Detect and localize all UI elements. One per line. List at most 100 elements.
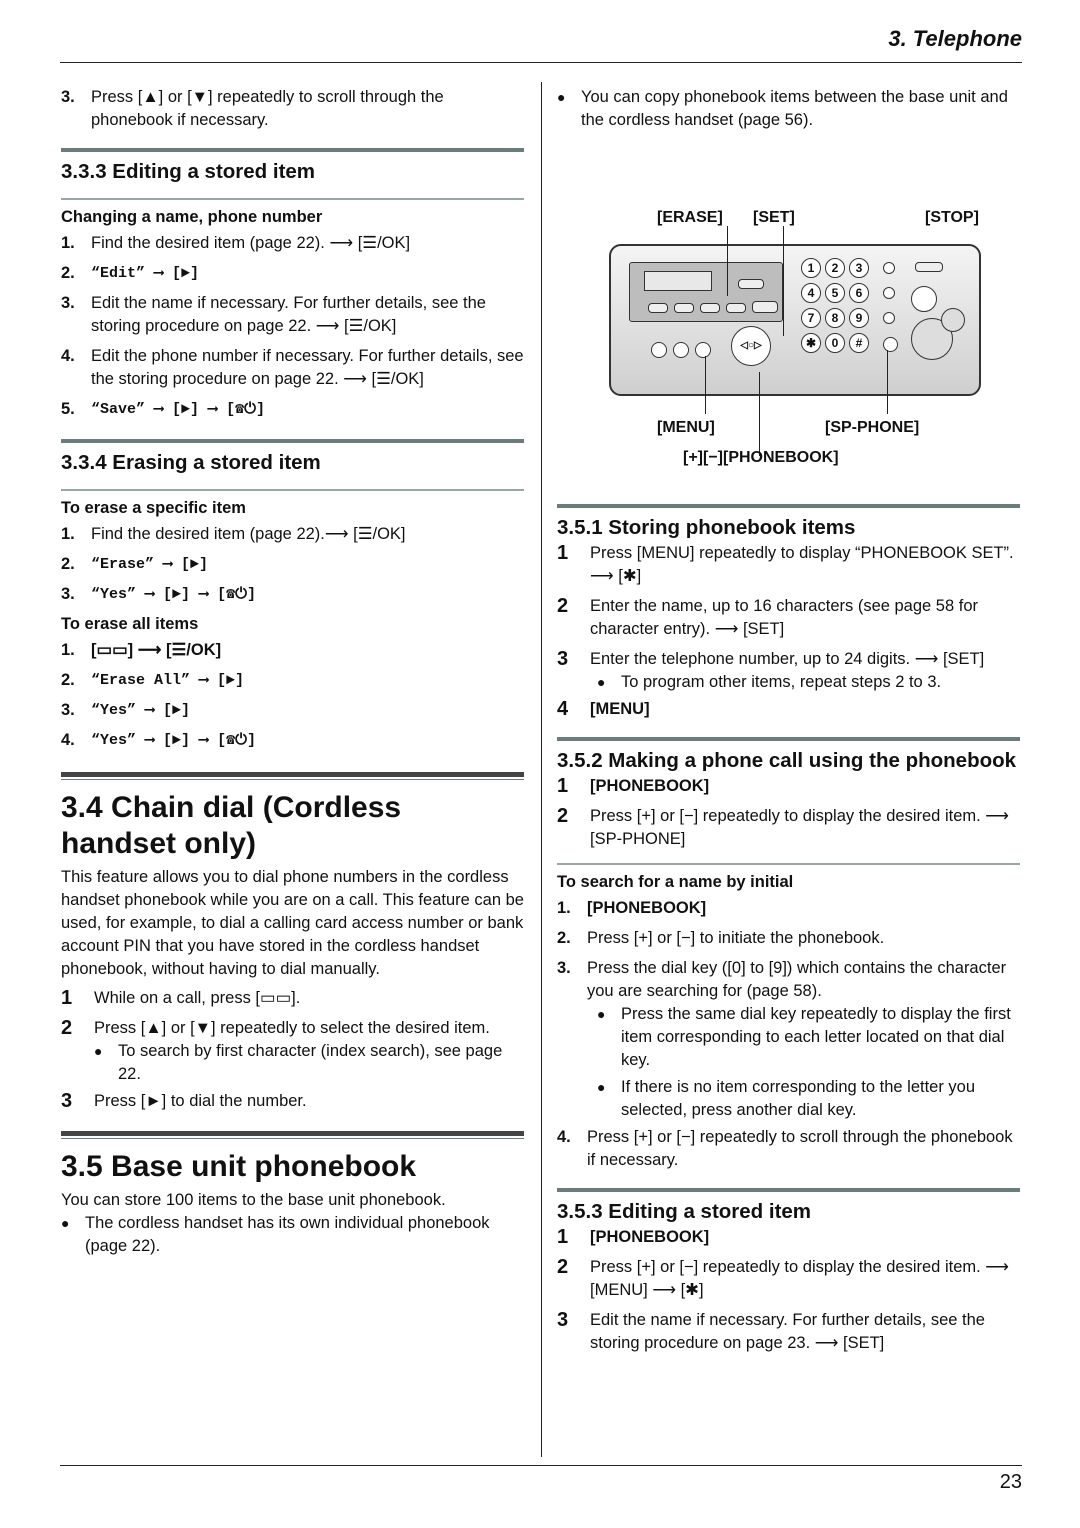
section-heading-3-5-1: 3.5.1 Storing phonebook items — [557, 516, 856, 539]
list-item: 3 Edit the name if necessary. For further… — [557, 1309, 985, 1352]
section-heading-3-5: 3.5 Base unit phonebook — [61, 1150, 417, 1183]
section-rule — [61, 148, 524, 152]
dial-key-hash[interactable]: # — [849, 333, 869, 353]
sp-phone-button[interactable] — [883, 337, 898, 352]
lcd-screen — [644, 271, 712, 291]
list-item: 1. [▭▭] ⟶ [☰/OK] — [61, 641, 222, 659]
body-paragraph: This feature allows you to dial phone nu… — [61, 868, 524, 978]
dial-key-4[interactable]: 4 — [801, 283, 821, 303]
page-number: 23 — [999, 1471, 1022, 1493]
list-item: 2. “Erase All” ⟶ [►] — [61, 671, 245, 689]
leader-line — [887, 350, 888, 414]
label-sp-phone: [SP-PHONE] — [825, 419, 920, 436]
list-item: 3. Press [▲] or [▼] repeatedly to scroll… — [61, 88, 444, 129]
running-header-title: 3. Telephone — [888, 26, 1022, 51]
header-rule — [60, 62, 1022, 63]
round-button[interactable] — [883, 287, 895, 299]
menu-button[interactable] — [695, 342, 711, 358]
panel-button[interactable] — [700, 303, 720, 313]
base-unit-panel: ◁○▷ 1 2 3 4 5 6 7 8 9 ✱ 0 # — [609, 244, 981, 396]
bullet-item: ● Press the same dial key repeatedly to d… — [597, 1003, 1020, 1072]
subsection-rule — [61, 198, 524, 200]
leader-line — [705, 356, 706, 414]
bullet-icon: ● — [597, 1006, 606, 1022]
bullet-icon: ● — [597, 674, 606, 690]
panel-button[interactable] — [648, 303, 668, 313]
list-item: 3. Press the dial key ([0] to [9]) which … — [557, 959, 1007, 1000]
label-phonebook: [+][−][PHONEBOOK] — [683, 449, 839, 466]
list-item: 3. “Yes” ⟶ [►] ⟶ [☎⏻] — [61, 585, 256, 603]
dial-key-9[interactable]: 9 — [849, 308, 869, 328]
label-set: [SET] — [753, 209, 795, 226]
list-item: 3 Press [►] to dial the number. — [61, 1090, 307, 1112]
label-stop: [STOP] — [925, 209, 979, 226]
leader-line — [727, 226, 728, 296]
round-button[interactable] — [673, 342, 689, 358]
panel-button[interactable] — [674, 303, 694, 313]
list-item: 1 [PHONEBOOK] — [557, 1226, 710, 1248]
footer-rule — [60, 1465, 1022, 1466]
list-item: 2. “Edit” ⟶ [►] — [61, 264, 200, 282]
dial-key-3[interactable]: 3 — [849, 258, 869, 278]
list-item: 4. Edit the phone number if necessary. Fo… — [61, 347, 524, 388]
round-button[interactable] — [651, 342, 667, 358]
section-heading-3-3-4: 3.3.4 Erasing a stored item — [61, 451, 321, 474]
stop-button[interactable] — [911, 286, 937, 312]
panel-button[interactable] — [915, 262, 943, 272]
subsection-rule — [557, 863, 1020, 865]
list-item: 1. Find the desired item (page 22).⟶ [☰/O… — [61, 525, 406, 543]
section-rule — [557, 504, 1020, 508]
section-rule — [557, 737, 1020, 741]
erase-button[interactable] — [726, 303, 746, 313]
section-heading-3-4: 3.4 Chain dial (Cordless handset only) — [61, 791, 402, 860]
list-item: 3 Enter the telephone number, up to 24 di… — [557, 648, 985, 670]
bullet-item: ● To program other items, repeat steps 2 … — [597, 671, 1020, 694]
panel-button[interactable] — [752, 301, 778, 313]
base-unit-diagram: [ERASE] [SET] [STOP] ◁○▷ 1 2 3 4 5 6 7 8… — [557, 136, 1020, 466]
bullet-icon: ● — [61, 1215, 70, 1231]
leader-line — [759, 372, 760, 456]
list-item: 2. Press [+] or [−] to initiate the phone… — [557, 929, 885, 947]
subheading: To search for a name by initial — [557, 873, 794, 891]
bullet-icon: ● — [94, 1043, 103, 1059]
dial-key-2[interactable]: 2 — [825, 258, 845, 278]
round-button[interactable] — [883, 262, 895, 274]
list-item: 3. Edit the name if necessary. For furthe… — [61, 294, 486, 335]
panel-button[interactable] — [738, 279, 764, 289]
list-item: 1. Find the desired item (page 22). ⟶ [☰/… — [61, 234, 411, 252]
body-paragraph: You can store 100 items to the base unit… — [61, 1191, 446, 1209]
label-menu: [MENU] — [657, 419, 715, 436]
list-item: 2 Press [+] or [−] repeatedly to display … — [557, 1256, 1009, 1299]
right-column: ● You can copy phonebook items between th… — [557, 86, 1020, 1362]
chapter-rule — [61, 772, 524, 780]
bullet-item: ● You can copy phonebook items between th… — [557, 86, 1020, 132]
dial-key-star[interactable]: ✱ — [801, 333, 821, 353]
dial-key-1[interactable]: 1 — [801, 258, 821, 278]
chapter-rule — [61, 1131, 524, 1139]
column-divider — [541, 82, 542, 1457]
subheading: Changing a name, phone number — [61, 208, 323, 226]
navigator-key[interactable]: ◁○▷ — [731, 326, 771, 366]
left-column: 3. Press [▲] or [▼] repeatedly to scroll… — [61, 86, 524, 1262]
display-panel — [629, 262, 783, 322]
section-rule — [557, 1188, 1020, 1192]
dial-key-8[interactable]: 8 — [825, 308, 845, 328]
list-item: 1. [PHONEBOOK] — [557, 899, 707, 917]
dial-key-5[interactable]: 5 — [825, 283, 845, 303]
subheading: To erase all items — [61, 615, 199, 633]
subheading: To erase a specific item — [61, 499, 246, 517]
bullet-item: ● If there is no item corresponding to th… — [597, 1076, 1020, 1122]
list-item: 2 Press [+] or [−] repeatedly to display … — [557, 805, 1009, 848]
list-item: 3. “Yes” ⟶ [►] — [61, 701, 191, 719]
list-item: 2. “Erase” ⟶ [►] — [61, 555, 209, 573]
subsection-rule — [61, 489, 524, 491]
list-item: 1 [PHONEBOOK] — [557, 775, 710, 797]
dial-key-7[interactable]: 7 — [801, 308, 821, 328]
list-item: 1 Press [MENU] repeatedly to display “PHO… — [557, 542, 1014, 585]
round-button[interactable] — [883, 312, 895, 324]
list-item: 4 [MENU] — [557, 698, 650, 720]
bullet-item: ● To search by first character (index sea… — [94, 1040, 524, 1086]
copy-button[interactable] — [941, 308, 965, 332]
dial-key-0[interactable]: 0 — [825, 333, 845, 353]
dial-key-6[interactable]: 6 — [849, 283, 869, 303]
